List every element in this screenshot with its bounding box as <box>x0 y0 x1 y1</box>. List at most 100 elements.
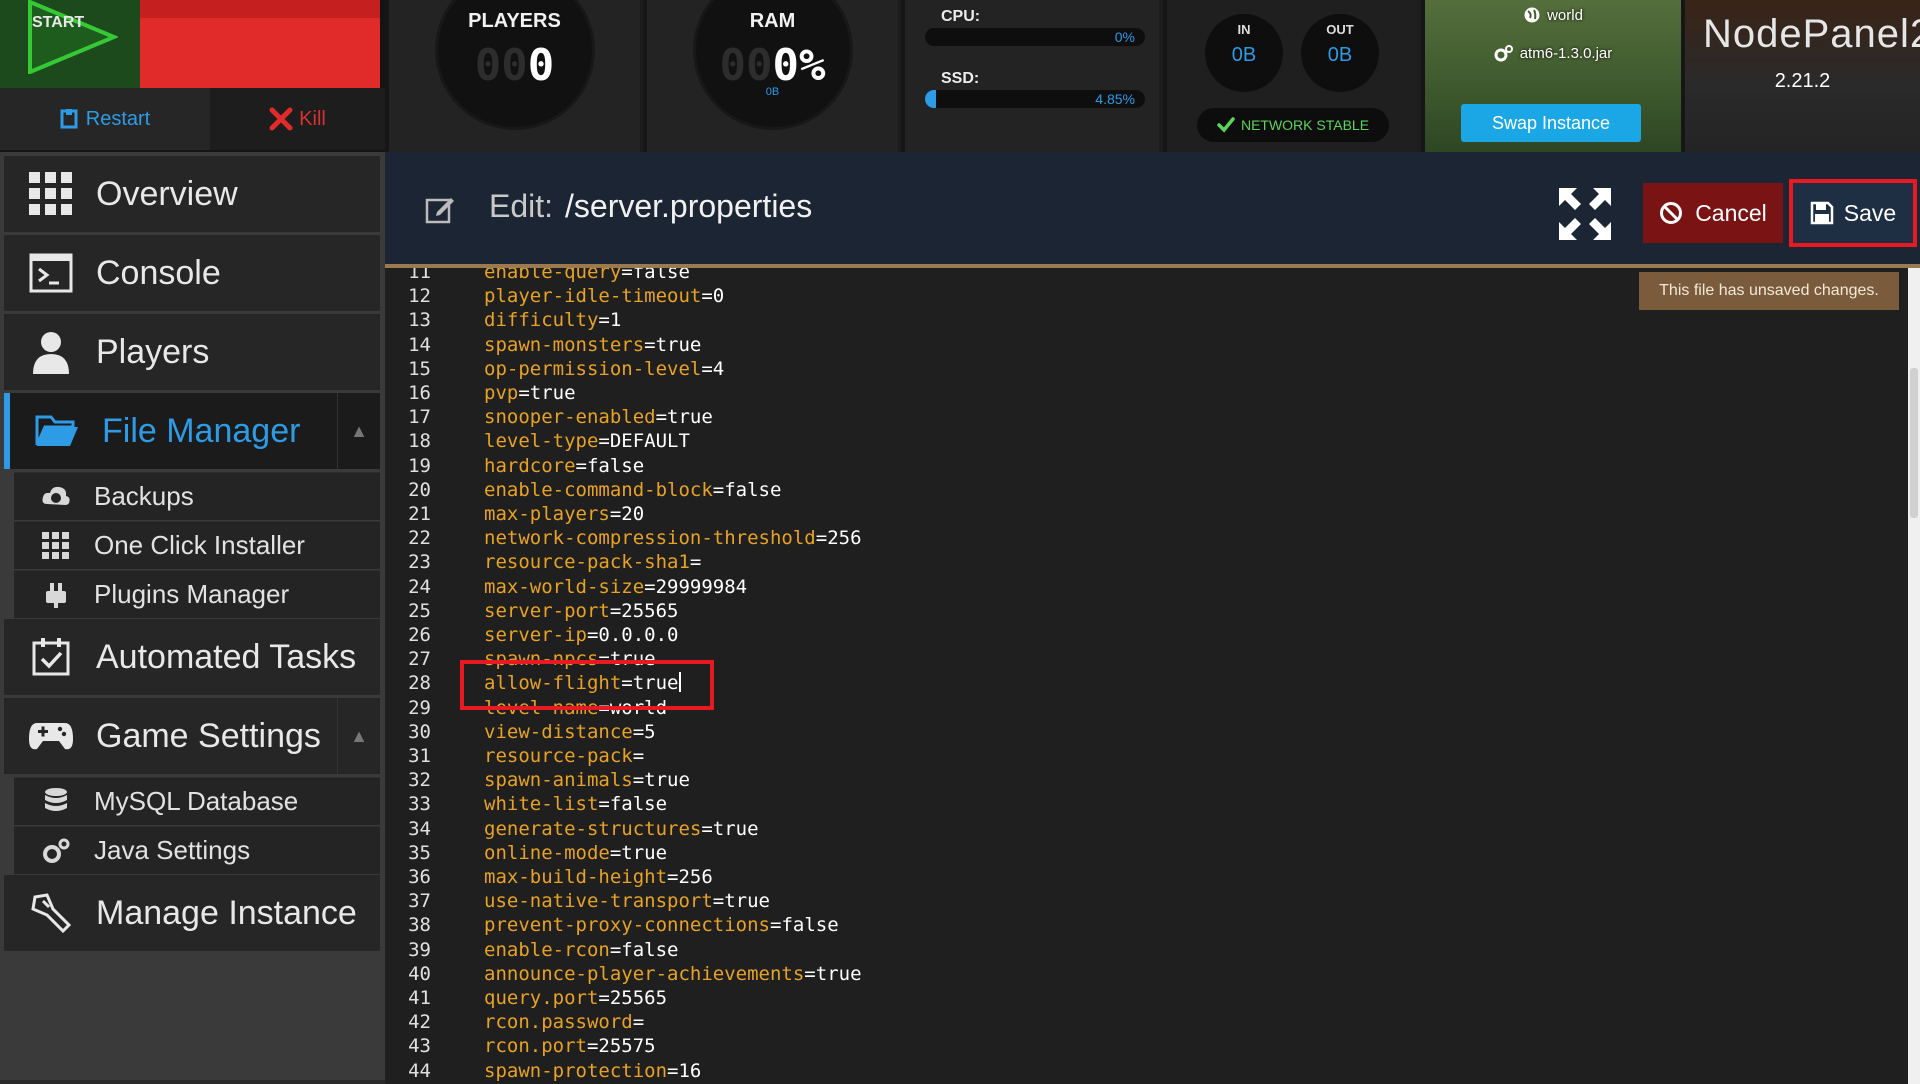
code-line[interactable]: 40announce-player-achievements=true <box>385 962 1885 986</box>
code-line[interactable]: 14spawn-monsters=true <box>385 333 1885 357</box>
code-line[interactable]: 25server-port=25565 <box>385 599 1885 623</box>
property-key: generate-structures <box>484 818 701 840</box>
backup-icon <box>40 481 72 513</box>
players-ghost-digits: 00 <box>475 40 528 91</box>
code-line[interactable]: 35online-mode=true <box>385 841 1885 865</box>
plug-icon <box>40 579 72 611</box>
sidebar-item-game-settings[interactable]: Game Settings ▲ <box>4 698 380 774</box>
code-line[interactable]: 24max-world-size=29999984 <box>385 575 1885 599</box>
sidebar-item-one-click-installer[interactable]: One Click Installer <box>14 521 380 569</box>
sidebar-item-java-settings[interactable]: Java Settings <box>14 826 380 874</box>
code-line[interactable]: 26 server-ip=0.0.0.0 <box>385 623 1885 647</box>
sidebar-item-plugins-manager[interactable]: Plugins Manager <box>14 570 380 618</box>
code-line[interactable]: 23resource-pack-sha1= <box>385 550 1885 574</box>
line-number: 26 <box>385 623 431 647</box>
line-number: 30 <box>385 720 431 744</box>
property-value: true <box>530 382 576 404</box>
code-line[interactable]: 30 view-distance=5 <box>385 720 1885 744</box>
database-icon <box>40 786 72 818</box>
start-button[interactable]: START <box>0 0 140 88</box>
save-button[interactable]: Save <box>1789 179 1917 247</box>
chevron-up-icon[interactable]: ▲ <box>337 393 380 469</box>
property-key: spawn-protection <box>484 1060 667 1082</box>
chevron-up-icon[interactable]: ▲ <box>337 698 380 774</box>
cancel-button[interactable]: Cancel <box>1643 183 1783 243</box>
code-line[interactable]: 44spawn-protection=16 <box>385 1059 1885 1083</box>
world-name: world <box>1425 6 1681 24</box>
sidebar-item-overview[interactable]: Overview <box>4 156 380 232</box>
property-key: server-port <box>484 600 610 622</box>
sidebar-item-file-manager[interactable]: File Manager ▲ <box>4 393 380 469</box>
property-key: hardcore <box>484 455 576 477</box>
edit-prefix: Edit: <box>489 188 553 225</box>
sidebar-label-overview: Overview <box>96 175 238 214</box>
property-key: enable-query <box>484 264 621 283</box>
editor-header: Edit: /server.properties Cancel <box>385 152 1920 264</box>
code-line[interactable]: 34generate-structures=true <box>385 817 1885 841</box>
property-value: true <box>656 334 702 356</box>
swap-instance-button[interactable]: Swap Instance <box>1461 104 1641 142</box>
user-icon <box>26 327 76 377</box>
equals-sign: = <box>576 455 587 477</box>
code-line[interactable]: 42rcon.password= <box>385 1010 1885 1034</box>
sidebar-item-mysql-database[interactable]: MySQL Database <box>14 777 380 825</box>
sidebar-item-console[interactable]: Console <box>4 235 380 311</box>
code-line[interactable]: 19hardcore=false <box>385 454 1885 478</box>
equals-sign: = <box>667 866 678 888</box>
code-line[interactable]: 22network-compression-threshold=256 <box>385 526 1885 550</box>
code-line[interactable]: 13difficulty=1 <box>385 308 1885 332</box>
code-line[interactable]: 31resource-pack= <box>385 744 1885 768</box>
property-key: announce-player-achievements <box>484 963 804 985</box>
code-text: resource-pack= <box>484 744 644 768</box>
property-key: op-permission-level <box>484 358 701 380</box>
code-editor[interactable]: 11enable-query=false12player-idle-timeou… <box>385 264 1920 1084</box>
property-key: player-idle-timeout <box>484 285 701 307</box>
code-line[interactable]: 20enable-command-block=false <box>385 478 1885 502</box>
code-line[interactable]: 32spawn-animals=true <box>385 768 1885 792</box>
sidebar-item-automated-tasks[interactable]: Automated Tasks <box>4 619 380 695</box>
fullscreen-button[interactable] <box>1557 186 1613 242</box>
code-line[interactable]: 38prevent-proxy-connections=false <box>385 913 1885 937</box>
line-number: 27 <box>385 647 431 671</box>
line-number: 41 <box>385 986 431 1010</box>
sidebar-label-automated-tasks: Automated Tasks <box>96 638 356 677</box>
code-line[interactable]: 36max-build-height=256 <box>385 865 1885 889</box>
editor-scrollbar[interactable] <box>1908 268 1920 1084</box>
code-line[interactable]: 37use-native-transport=true <box>385 889 1885 913</box>
restart-button[interactable]: Restart <box>0 88 210 150</box>
code-text: view-distance=5 <box>484 720 656 744</box>
gears-icon <box>40 835 72 867</box>
property-key: rcon.port <box>484 1035 587 1057</box>
property-key: level-type <box>484 430 598 452</box>
code-line[interactable]: 17snooper-enabled=true <box>385 405 1885 429</box>
cpu-percent: 0% <box>1115 29 1135 45</box>
code-line[interactable]: 21max-players=20 <box>385 502 1885 526</box>
property-key: resource-pack <box>484 745 633 767</box>
property-value: 256 <box>827 527 861 549</box>
property-key: pvp <box>484 382 518 404</box>
jar-name: atm6-1.3.0.jar <box>1425 44 1681 62</box>
code-line[interactable]: 33white-list=false <box>385 792 1885 816</box>
code-line[interactable]: 15op-permission-level=4 <box>385 357 1885 381</box>
sidebar-item-players[interactable]: Players <box>4 314 380 390</box>
property-key: difficulty <box>484 309 598 331</box>
code-line[interactable]: 39enable-rcon=false <box>385 938 1885 962</box>
code-text: server-ip=0.0.0.0 <box>484 623 678 647</box>
line-number: 32 <box>385 768 431 792</box>
line-number: 42 <box>385 1010 431 1034</box>
brand-logo: NodePanel2 <box>1703 12 1920 57</box>
property-value: 16 <box>678 1060 701 1082</box>
ram-gauge: RAM 000% 0B <box>643 0 898 152</box>
code-text: server-port=25565 <box>484 599 679 623</box>
code-line[interactable]: 18level-type=DEFAULT <box>385 429 1885 453</box>
code-line[interactable]: 16pvp=true <box>385 381 1885 405</box>
sidebar-item-backups[interactable]: Backups <box>14 472 380 520</box>
network-out: OUT 0B <box>1301 14 1379 92</box>
kill-button[interactable]: Kill <box>210 88 385 150</box>
code-line[interactable]: 41query.port=25565 <box>385 986 1885 1010</box>
sidebar-item-manage-instance[interactable]: Manage Instance <box>4 875 380 951</box>
scrollbar-thumb[interactable] <box>1910 368 1918 518</box>
property-key: enable-command-block <box>484 479 713 501</box>
property-key: max-players <box>484 503 610 525</box>
code-line[interactable]: 43rcon.port=25575 <box>385 1034 1885 1058</box>
